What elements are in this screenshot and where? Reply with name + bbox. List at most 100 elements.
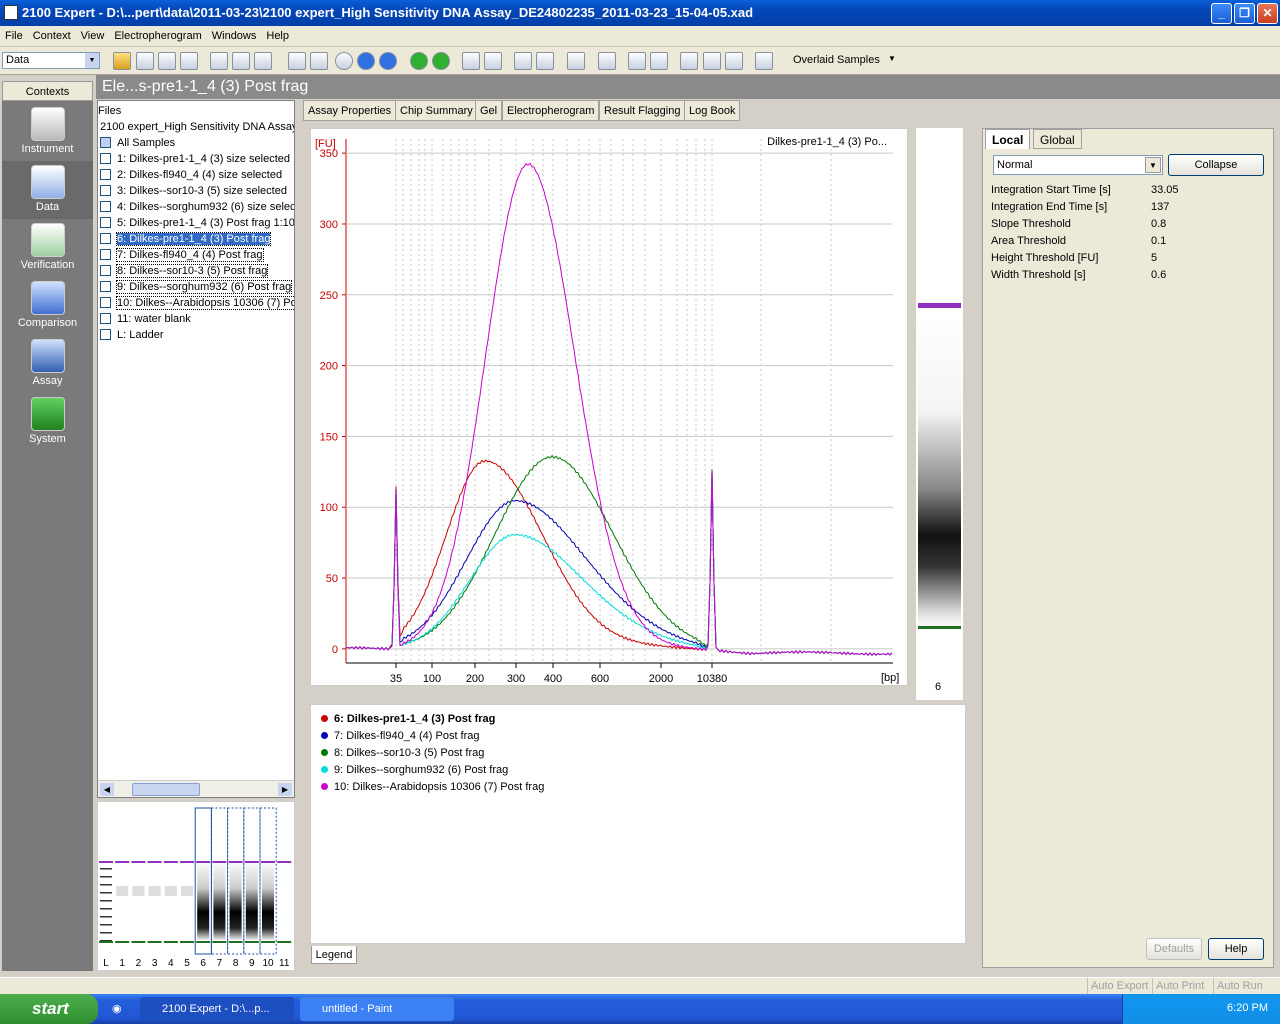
context-comparison[interactable]: Comparison: [2, 277, 93, 335]
gel-thumbnail[interactable]: L 1 2 3 4 5 6 7 8 9 10 11: [97, 801, 295, 971]
sample-checkbox[interactable]: [100, 201, 111, 212]
annotate-icon[interactable]: [598, 52, 616, 70]
single-view-icon[interactable]: [462, 52, 480, 70]
sample-checkbox[interactable]: [100, 249, 111, 260]
gel-lane-label[interactable]: 4: [168, 958, 174, 969]
scroll-left-icon[interactable]: ◀: [100, 783, 114, 796]
gel-lane-label[interactable]: 8: [233, 958, 239, 969]
menu-context[interactable]: Context: [28, 26, 76, 47]
menu-electropherogram[interactable]: Electropherogram: [109, 26, 206, 47]
tab-gel[interactable]: Gel: [475, 100, 503, 121]
sample-item-ladder[interactable]: L: Ladder: [100, 327, 163, 343]
curve-icon[interactable]: [650, 52, 668, 70]
legend-item-8[interactable]: 8: Dilkes--sor10-3 (5) Post frag: [321, 747, 484, 759]
gel-view-icon[interactable]: [254, 52, 272, 70]
gel-lane-label[interactable]: 10: [262, 958, 274, 969]
context-assay[interactable]: Assay: [2, 335, 93, 393]
close-button[interactable]: ✕: [1257, 3, 1278, 24]
hand-tool-icon[interactable]: [567, 52, 585, 70]
sample-item-5[interactable]: 5: Dilkes-pre1-1_4 (3) Post frag 1:10: [100, 215, 294, 231]
tab-chip-summary[interactable]: Chip Summary: [395, 100, 478, 121]
disk-icon[interactable]: [158, 52, 176, 70]
tab-local[interactable]: Local: [985, 129, 1031, 149]
gel-lane-label[interactable]: 9: [249, 958, 255, 969]
collapse-button[interactable]: Collapse: [1168, 154, 1264, 176]
sample-checkbox[interactable]: [100, 329, 111, 340]
sample-checkbox[interactable]: [100, 265, 111, 276]
sample-item-9[interactable]: 9: Dilkes--sorghum932 (6) Post frag: [100, 279, 293, 295]
context-verification[interactable]: Verification: [2, 219, 93, 277]
gel-lane-label[interactable]: 2: [136, 958, 142, 969]
context-select[interactable]: Data ▼: [2, 52, 100, 69]
all-samples-item[interactable]: All Samples: [100, 135, 175, 151]
legend-item-9[interactable]: 9: Dilkes--sorghum932 (6) Post frag: [321, 764, 508, 776]
zoom-in-icon[interactable]: [514, 52, 532, 70]
sample-checkbox[interactable]: [100, 233, 111, 244]
back-arrow-icon[interactable]: [410, 52, 428, 70]
play-icon[interactable]: [335, 52, 353, 70]
legend-item-7[interactable]: 7: Dilkes-fl940_4 (4) Post frag: [321, 730, 480, 742]
help-button[interactable]: Help: [1208, 938, 1264, 960]
gel-lane-label[interactable]: L: [103, 958, 109, 969]
gel-lane-label[interactable]: 6: [200, 958, 206, 969]
sample-item-2[interactable]: 2: Dilkes-fl940_4 (4) size selected: [100, 167, 282, 183]
print-icon[interactable]: [180, 52, 198, 70]
menu-file[interactable]: File: [0, 26, 28, 47]
start-button[interactable]: start: [0, 994, 98, 1024]
zoom-out-icon[interactable]: [536, 52, 554, 70]
forward-arrow-icon[interactable]: [432, 52, 450, 70]
sample-checkbox[interactable]: [100, 153, 111, 164]
table-view-icon[interactable]: [232, 52, 250, 70]
sample-item-4[interactable]: 4: Dilkes--sorghum932 (6) size selected: [100, 199, 294, 215]
gel-lane-label[interactable]: 1: [119, 958, 125, 969]
peak-icon[interactable]: [628, 52, 646, 70]
scroll-right-icon[interactable]: ▶: [278, 783, 292, 796]
tab-result-flagging[interactable]: Result Flagging: [599, 100, 686, 121]
sample-item-11[interactable]: 11: water blank: [100, 311, 191, 327]
sample-checkbox[interactable]: [100, 297, 111, 308]
ie-quicklaunch-icon[interactable]: ◉: [108, 997, 134, 1021]
lanes-icon[interactable]: [288, 52, 306, 70]
tree-view-icon[interactable]: [210, 52, 228, 70]
sample-item-1[interactable]: 1: Dilkes-pre1-1_4 (3) size selected: [100, 151, 290, 167]
assay-file-item[interactable]: 2100 expert_High Sensitivity DNA Assay: [100, 119, 294, 135]
chevron-down-icon[interactable]: ▼: [888, 54, 896, 63]
settings-icon[interactable]: [755, 52, 773, 70]
gel-lane-label[interactable]: 11: [279, 958, 290, 969]
tab-electropherogram[interactable]: Electropherogram: [502, 100, 600, 121]
minimize-button[interactable]: _: [1211, 3, 1232, 24]
task-paint[interactable]: untitled - Paint: [300, 997, 454, 1021]
menu-view[interactable]: View: [76, 26, 110, 47]
horizontal-scrollbar[interactable]: ◀ ▶: [98, 780, 294, 797]
mode-select[interactable]: Normal ▼: [993, 155, 1163, 175]
tab-log-book[interactable]: Log Book: [684, 100, 741, 121]
tab-assay-properties[interactable]: Assay Properties: [303, 100, 397, 121]
sample-checkbox[interactable]: [100, 185, 111, 196]
context-data[interactable]: Data: [2, 161, 93, 219]
electropherogram-chart[interactable]: Dilkes-pre1-1_4 (3) Po... [FU] [bp] 0 50 1…: [310, 128, 908, 686]
gel-lane-label[interactable]: 5: [184, 958, 190, 969]
compare-icon[interactable]: [725, 52, 743, 70]
sample-checkbox[interactable]: [100, 313, 111, 324]
sample-item-8[interactable]: 8: Dilkes--sor10-3 (5) Post frag: [100, 263, 269, 279]
context-instrument[interactable]: Instrument: [2, 103, 93, 161]
sample-checkbox[interactable]: [100, 169, 111, 180]
save-icon[interactable]: [136, 52, 154, 70]
sample-item-6[interactable]: 6: Dilkes-pre1-1_4 (3) Post frag: [100, 231, 272, 247]
pause-icon[interactable]: [357, 52, 375, 70]
sample-item-7[interactable]: 7: Dilkes-fl940_4 (4) Post frag: [100, 247, 264, 263]
stop-icon[interactable]: [379, 52, 397, 70]
chart-icon[interactable]: [310, 52, 328, 70]
menu-help[interactable]: Help: [261, 26, 294, 47]
task-2100-expert[interactable]: 2100 Expert - D:\...p...: [140, 997, 294, 1021]
sample-item-10[interactable]: 10: Dilkes--Arabidopsis 10306 (7) Post f…: [100, 295, 294, 311]
sample-checkbox[interactable]: [100, 217, 111, 228]
gridlines-icon[interactable]: [680, 52, 698, 70]
defaults-button[interactable]: Defaults: [1146, 938, 1202, 960]
open-folder-icon[interactable]: [113, 52, 131, 70]
context-system[interactable]: System: [2, 393, 93, 451]
tab-global[interactable]: Global: [1033, 129, 1082, 149]
gel-lane-label[interactable]: 7: [217, 958, 223, 969]
grid-view-icon[interactable]: [484, 52, 502, 70]
legend-item-10[interactable]: 10: Dilkes--Arabidopsis 10306 (7) Post f…: [321, 781, 544, 793]
